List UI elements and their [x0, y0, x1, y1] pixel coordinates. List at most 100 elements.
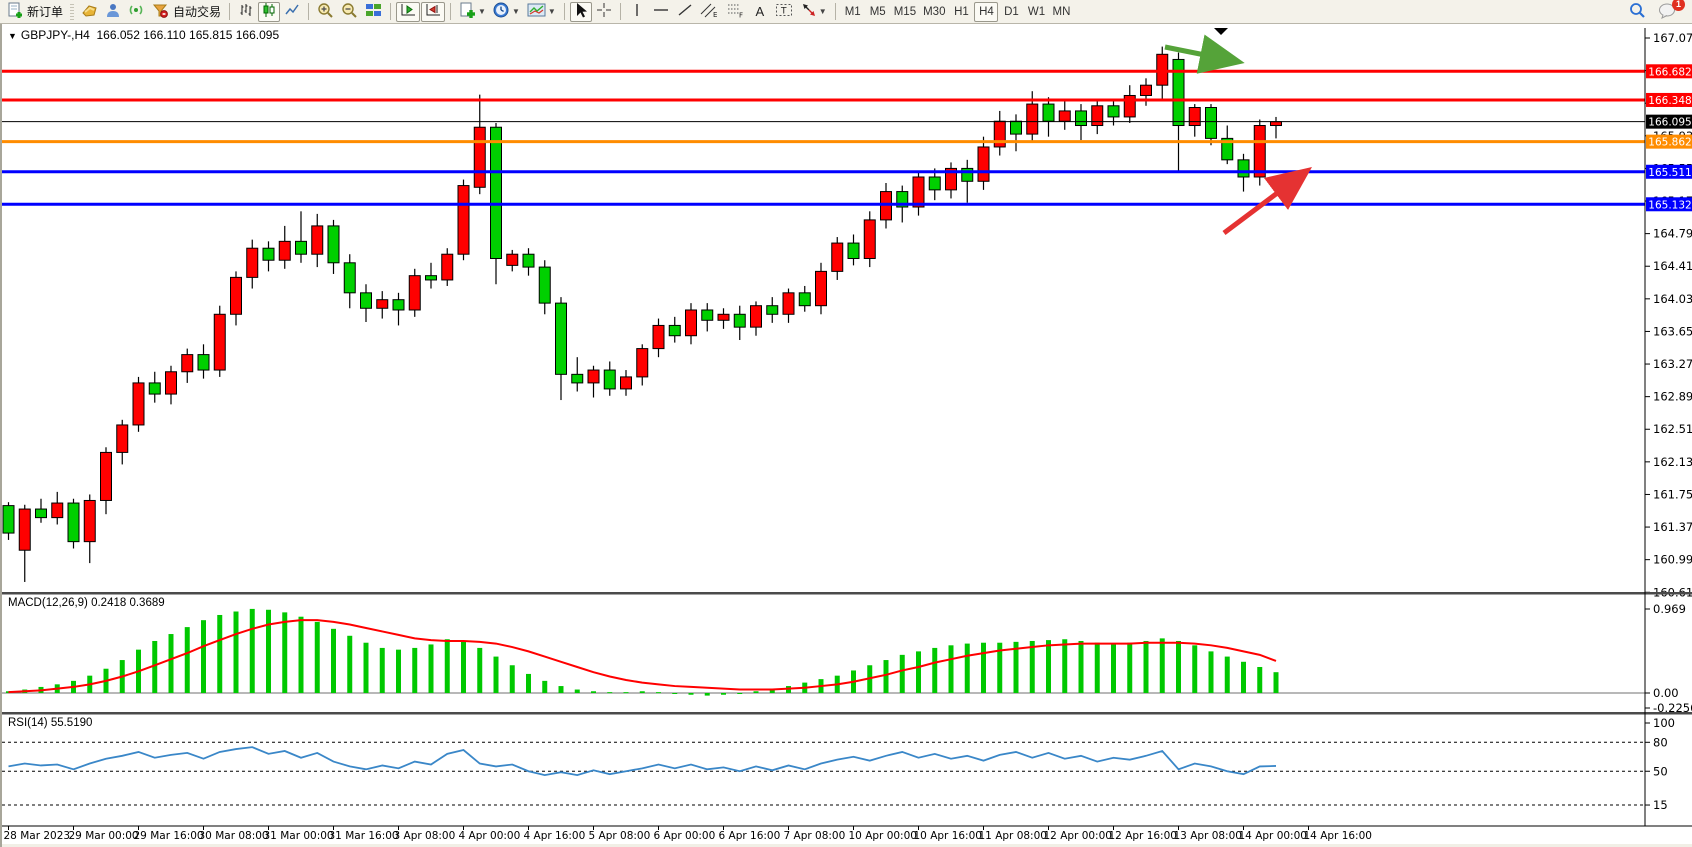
line-chart-icon	[284, 2, 300, 21]
horizontal-line-tool[interactable]	[649, 2, 673, 22]
community-button[interactable]	[102, 2, 124, 22]
svg-text:0.969: 0.969	[1653, 602, 1686, 616]
fibonacci-tool[interactable]: F	[723, 2, 748, 22]
svg-text:3 Apr 08:00: 3 Apr 08:00	[394, 830, 456, 842]
auto-trading-button[interactable]: 自动交易	[149, 2, 224, 22]
arrows-tool[interactable]: ▼	[798, 2, 830, 22]
svg-text:31 Mar 16:00: 31 Mar 16:00	[329, 830, 399, 842]
line-chart-mode-button[interactable]	[281, 2, 303, 22]
zoom-out-button[interactable]	[338, 2, 361, 22]
collapse-triangle-icon: ▼	[8, 31, 17, 41]
svg-text:4 Apr 00:00: 4 Apr 00:00	[459, 830, 521, 842]
chart-window[interactable]: ▼GBPJPY-,H4 166.052 166.110 165.815 166.…	[0, 24, 1692, 847]
svg-text:161.370: 161.370	[1653, 520, 1692, 534]
svg-text:15: 15	[1653, 798, 1668, 812]
crosshair-icon	[596, 2, 612, 21]
trendline-tool[interactable]	[674, 2, 696, 22]
new-order-icon	[7, 2, 23, 21]
svg-text:6 Apr 00:00: 6 Apr 00:00	[654, 830, 716, 842]
svg-text:166.682: 166.682	[1648, 66, 1691, 78]
timeframe-m15[interactable]: M15	[891, 2, 919, 22]
separator	[564, 3, 565, 20]
timeframe-m5[interactable]: M5	[866, 2, 890, 22]
dropdown-caret: ▼	[819, 7, 827, 16]
timeframe-h4[interactable]: H4	[974, 2, 998, 22]
notifications-button[interactable]: 1	[1655, 2, 1680, 22]
arrows-icon	[801, 2, 817, 21]
template-button[interactable]: ▼	[524, 2, 559, 22]
svg-text:13 Apr 08:00: 13 Apr 08:00	[1174, 830, 1242, 842]
svg-text:164.030: 164.030	[1653, 292, 1692, 306]
zoom-in-icon	[317, 2, 334, 22]
separator	[229, 3, 230, 20]
search-icon	[1629, 2, 1646, 22]
price-chart[interactable]: 167.070166.690166.310165.930165.550165.1…	[2, 24, 1692, 847]
tile-windows-icon	[365, 2, 382, 21]
svg-text:F: F	[739, 12, 743, 19]
market-depth-button[interactable]	[78, 2, 101, 22]
timeframe-d1[interactable]: D1	[999, 2, 1023, 22]
new-order-button[interactable]: 新订单	[4, 2, 66, 22]
timeframe-mn[interactable]: MN	[1049, 2, 1073, 22]
svg-text:166.348: 166.348	[1648, 95, 1691, 107]
svg-text:E: E	[713, 11, 717, 18]
bar-chart-icon	[238, 2, 254, 21]
svg-text:162.130: 162.130	[1653, 455, 1692, 469]
vertical-line-icon	[631, 2, 643, 21]
tile-windows-button[interactable]	[362, 2, 385, 22]
text-label-icon: T	[775, 2, 794, 21]
auto-scroll-button[interactable]	[396, 2, 420, 22]
gold-book-icon	[81, 2, 98, 21]
chart-shift-icon	[424, 2, 442, 21]
separator	[390, 3, 391, 20]
svg-text:4 Apr 16:00: 4 Apr 16:00	[524, 830, 586, 842]
auto-trading-label: 自动交易	[173, 3, 221, 20]
vertical-line-tool[interactable]	[626, 2, 648, 22]
svg-text:6 Apr 16:00: 6 Apr 16:00	[719, 830, 781, 842]
svg-text:164.790: 164.790	[1653, 227, 1692, 241]
crosshair-tool-button[interactable]	[593, 2, 615, 22]
timeframe-m1[interactable]: M1	[841, 2, 865, 22]
svg-text:14 Apr 00:00: 14 Apr 00:00	[1239, 830, 1307, 842]
svg-text:-0.2256: -0.2256	[1653, 701, 1692, 715]
new-order-label: 新订单	[27, 3, 63, 20]
candlestick-mode-button[interactable]	[258, 2, 280, 22]
rsi-indicator-label: RSI(14) 55.5190	[8, 717, 92, 729]
separator	[450, 3, 451, 20]
text-icon: A	[755, 4, 764, 19]
indicators-icon	[459, 2, 476, 21]
dropdown-caret: ▼	[478, 7, 486, 16]
timeframe-h1[interactable]: H1	[949, 2, 973, 22]
indicators-button[interactable]: ▼	[456, 2, 489, 22]
bar-chart-mode-button[interactable]	[235, 2, 257, 22]
chart-title: ▼GBPJPY-,H4 166.052 166.110 165.815 166.…	[8, 28, 279, 42]
svg-text:T: T	[780, 7, 787, 17]
svg-text:50: 50	[1653, 764, 1668, 778]
search-button[interactable]	[1626, 2, 1649, 22]
svg-text:12 Apr 16:00: 12 Apr 16:00	[1109, 830, 1177, 842]
svg-text:0.00: 0.00	[1653, 686, 1679, 700]
zoom-in-button[interactable]	[314, 2, 337, 22]
macd-indicator-label: MACD(12,26,9) 0.2418 0.3689	[8, 597, 165, 609]
equidistant-channel-tool[interactable]: E	[697, 2, 722, 22]
signals-button[interactable]	[125, 2, 148, 22]
signal-icon	[128, 2, 145, 21]
svg-text:162.890: 162.890	[1653, 390, 1692, 404]
svg-text:29 Mar 16:00: 29 Mar 16:00	[134, 830, 204, 842]
cursor-tool-button[interactable]	[570, 2, 592, 22]
chart-shift-button[interactable]	[421, 2, 445, 22]
timeframe-m30[interactable]: M30	[920, 2, 948, 22]
svg-text:165.511: 165.511	[1648, 167, 1691, 179]
separator	[620, 3, 621, 20]
text-tool[interactable]: A	[749, 2, 771, 22]
svg-text:80: 80	[1653, 735, 1668, 749]
text-label-tool[interactable]: T	[772, 2, 797, 22]
timeframe-w1[interactable]: W1	[1024, 2, 1048, 22]
template-icon	[527, 2, 546, 21]
trendline-icon	[677, 2, 693, 21]
svg-text:31 Mar 00:00: 31 Mar 00:00	[264, 830, 334, 842]
svg-text:12 Apr 00:00: 12 Apr 00:00	[1044, 830, 1112, 842]
svg-text:161.750: 161.750	[1653, 487, 1692, 501]
period-button[interactable]: ▼	[490, 2, 523, 22]
person-icon	[105, 2, 121, 21]
